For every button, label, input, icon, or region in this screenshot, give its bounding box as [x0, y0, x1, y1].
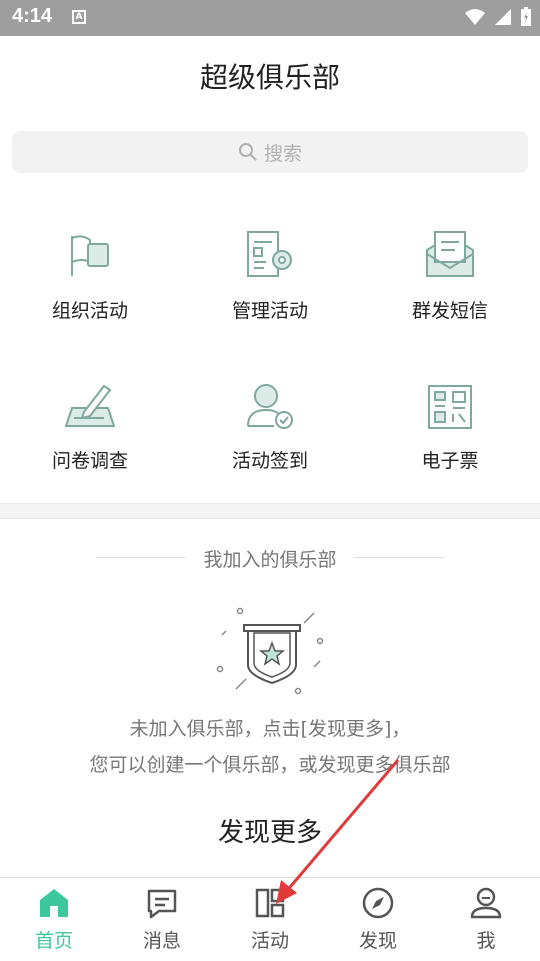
grid-item-sms[interactable]: 群发短信 — [360, 210, 540, 323]
search-input[interactable]: 搜索 — [12, 131, 528, 173]
home-icon — [40, 889, 68, 917]
discover-more-button[interactable]: 发现更多 — [0, 812, 540, 849]
notification-a-icon: A — [72, 10, 86, 24]
wifi-icon — [465, 9, 485, 25]
grid-item-label: 问卷调查 — [51, 450, 128, 472]
status-time: 4:14 — [12, 5, 53, 27]
nav-me[interactable]: 我 — [432, 878, 540, 961]
nav-label: 我 — [476, 930, 496, 952]
nav-label: 消息 — [142, 930, 181, 952]
battery-icon — [521, 7, 531, 26]
qrcode-icon — [428, 385, 472, 429]
nav-discover[interactable]: 发现 — [324, 878, 432, 961]
nav-activity[interactable]: 活动 — [216, 878, 324, 961]
grid-item-checkin[interactable]: 活动签到 — [180, 360, 360, 473]
grid-item-organize[interactable]: 组织活动 — [0, 210, 180, 323]
grid-item-label: 组织活动 — [51, 300, 128, 322]
bottom-nav: 首页 消息 活动 发现 我 — [0, 877, 540, 961]
grid-item-label: 群发短信 — [411, 300, 488, 322]
grid-item-label: 电子票 — [421, 450, 479, 472]
nav-label: 活动 — [250, 930, 289, 952]
message-icon — [147, 889, 177, 919]
shield-star-icon — [216, 607, 324, 695]
pencil-paper-icon — [64, 384, 116, 427]
nav-home[interactable]: 首页 — [0, 878, 108, 961]
nav-messages[interactable]: 消息 — [108, 878, 216, 961]
status-bar: 4:14 A — [0, 0, 540, 36]
empty-message-line2: 您可以创建一个俱乐部，或发现更多俱乐部 — [89, 754, 451, 776]
person-check-icon — [247, 384, 293, 429]
grid-item-eticket[interactable]: 电子票 — [360, 360, 540, 473]
signal-icon — [495, 9, 511, 25]
user-icon — [470, 887, 502, 919]
section-title: 我加入的俱乐部 — [203, 549, 337, 571]
document-gear-icon — [247, 231, 292, 277]
grid-item-survey[interactable]: 问卷调查 — [0, 360, 180, 473]
grid-item-manage[interactable]: 管理活动 — [180, 210, 360, 323]
grid-item-label: 管理活动 — [231, 300, 308, 322]
grid-item-label: 活动签到 — [231, 450, 308, 472]
activity-icon — [255, 888, 285, 918]
empty-message-line1: 未加入俱乐部，点击[发现更多]， — [129, 718, 411, 740]
nav-label: 发现 — [358, 930, 397, 952]
page-title: 超级俱乐部 — [199, 61, 340, 94]
empty-message: 未加入俱乐部，点击[发现更多]， 您可以创建一个俱乐部，或发现更多俱乐部 — [0, 711, 540, 783]
compass-icon — [362, 887, 394, 919]
flag-icon — [71, 235, 109, 276]
nav-label: 首页 — [34, 930, 73, 952]
section-divider — [0, 503, 540, 519]
search-icon — [238, 143, 257, 161]
mail-icon — [426, 231, 474, 277]
search-placeholder: 搜索 — [263, 142, 302, 165]
